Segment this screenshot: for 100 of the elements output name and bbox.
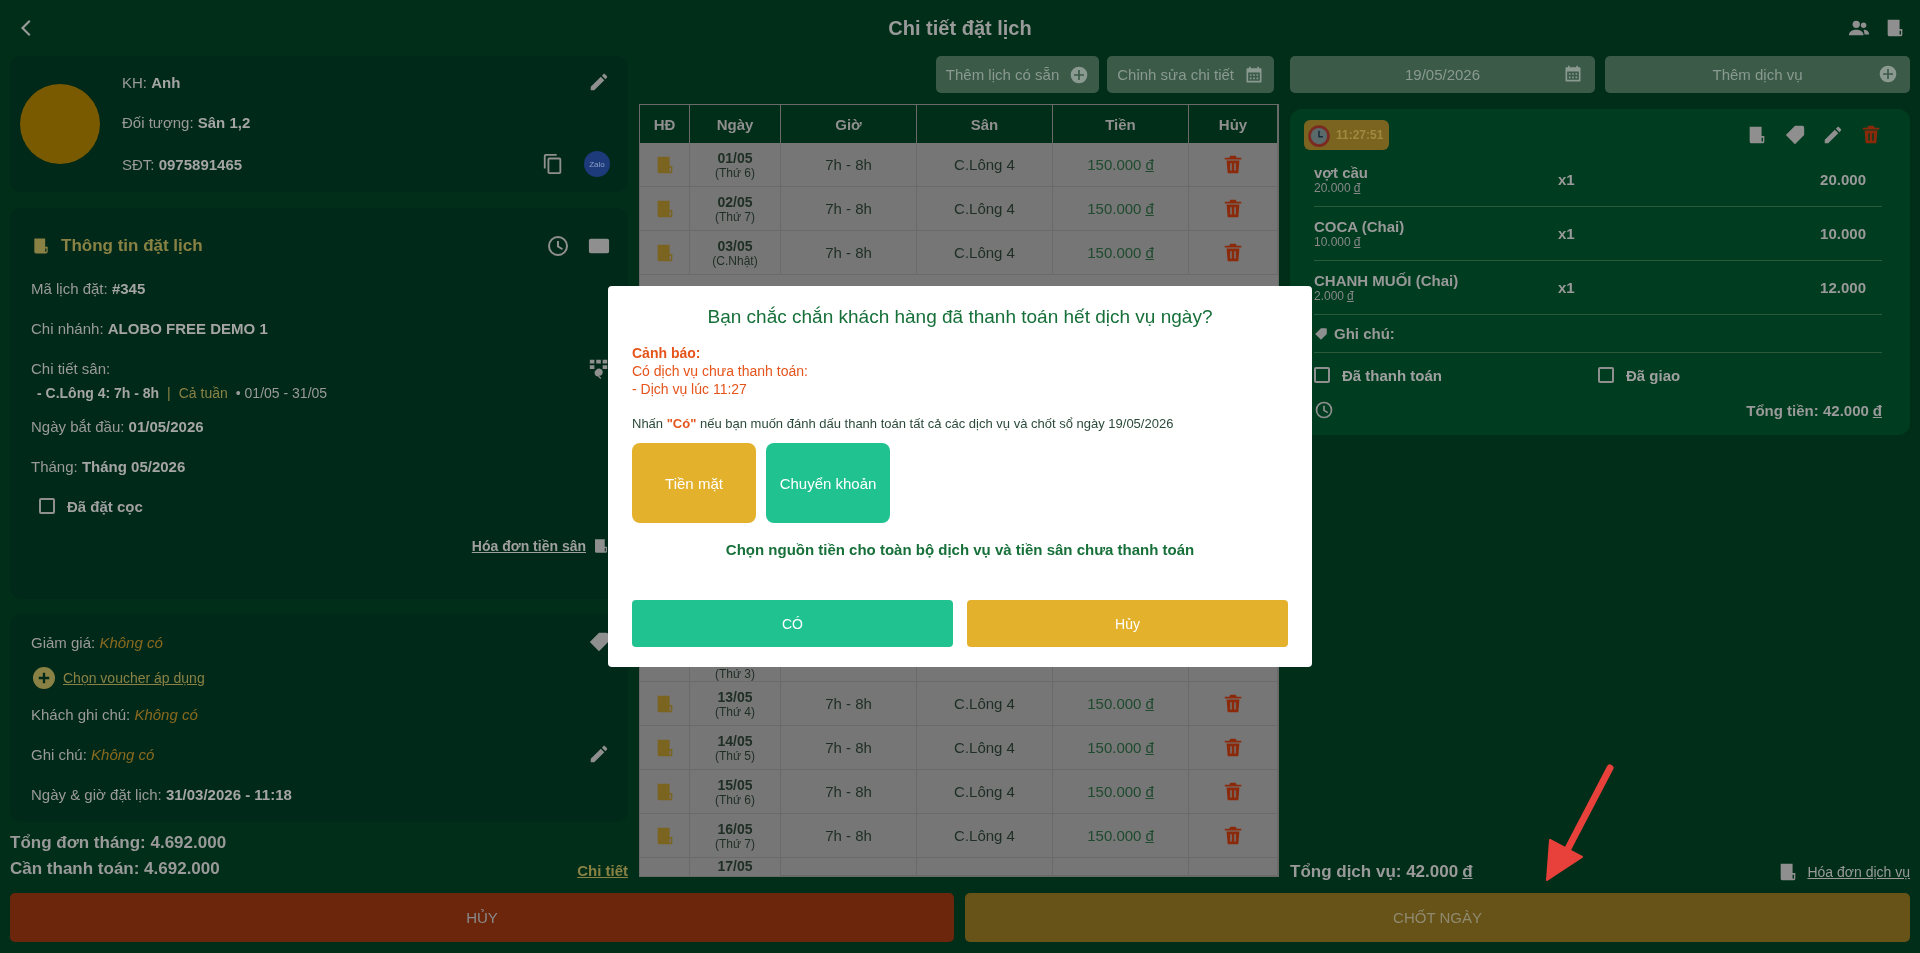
delete-button[interactable] (1222, 692, 1244, 715)
weekday-text: (Thứ 5) (714, 748, 755, 763)
edit-detail-button[interactable]: Chỉnh sửa chi tiết (1107, 56, 1274, 93)
checkbox[interactable] (39, 498, 55, 514)
unit-price: 2.000 đ (1314, 289, 1355, 303)
court-cell: C.Lông 4 (954, 783, 1015, 800)
info-text: Mã lịch đặt: #345 (31, 279, 146, 297)
note-label: Ghi chú: (1334, 325, 1395, 342)
court-cell: C.Lông 4 (954, 244, 1015, 261)
copy-icon (542, 153, 564, 175)
page-title: Chi tiết đặt lịch (888, 16, 1032, 40)
customer-note-text: Khách ghi chú: Không có (31, 705, 198, 723)
month-total: Tổng đơn tháng: 4.692.000 (10, 833, 227, 853)
time-cell: 7h - 8h (825, 244, 872, 261)
pencil-icon (1822, 124, 1844, 146)
warning-text: Có dịch vụ chưa thanh toán: (632, 362, 809, 380)
trash-icon (1860, 124, 1882, 146)
add-service-button[interactable]: Thêm dịch vụ (1605, 56, 1910, 93)
invoice-link[interactable]: Hóa đơn tiền sân (471, 538, 586, 554)
court-cell: C.Lông 4 (954, 827, 1015, 844)
price-cell: 150.000 đ (1087, 783, 1154, 800)
date-text: 15/05 (717, 776, 753, 793)
checkbox-label: Đã giao (1626, 366, 1681, 384)
dialog-title: Bạn chắc chắn khách hàng đã thanh toán hết dịch vụ ngày? (706, 306, 1214, 328)
date-field[interactable]: 19/05/2026 (1290, 56, 1595, 93)
delete-button[interactable] (1222, 736, 1244, 759)
dialog-cancel-button[interactable]: Hủy (967, 600, 1288, 647)
checkbox[interactable] (1598, 367, 1614, 383)
payment-option-button[interactable]: Tiền mặt (632, 443, 756, 523)
weekday-text: (Thứ 7) (714, 209, 755, 224)
grid-search-icon (588, 357, 610, 379)
info-text: Ngày bắt đầu: 01/05/2026 (31, 417, 204, 435)
delete-button[interactable] (1222, 197, 1244, 220)
column-header: Giờ (781, 105, 917, 143)
amount-text: 20.000 (1819, 171, 1867, 188)
checkbox-label: Đã đặt cọc (67, 497, 143, 515)
clock-icon (1314, 400, 1334, 420)
price-cell: 150.000 đ (1087, 739, 1154, 756)
clipboard-icon (31, 236, 51, 256)
checkbox[interactable] (1314, 367, 1330, 383)
calendar-icon (1563, 64, 1583, 84)
unit-price: 20.000 đ (1314, 181, 1362, 195)
time-cell: 7h - 8h (825, 156, 872, 173)
quantity-text: x1 (1558, 279, 1576, 296)
trash-icon (1222, 692, 1244, 715)
voucher-link[interactable]: Chọn voucher áp dụng (63, 670, 205, 686)
payment-option-button[interactable]: Chuyển khoản (766, 443, 890, 523)
date-text: 13/05 (717, 688, 753, 705)
zalo-button[interactable]: Zalo (584, 151, 610, 177)
date-range-text: • 01/05 - 31/05 (235, 385, 328, 401)
plus-circle-icon (1069, 64, 1090, 85)
cancel-button[interactable]: HỦY (10, 893, 954, 942)
weekday-text: (Thứ 3) (714, 667, 755, 681)
repeat-text: Cả tuần (178, 385, 228, 401)
trash-icon (1222, 780, 1244, 803)
pencil-icon (588, 71, 610, 93)
customer-group: Đối tượng: Sân 1,2 (122, 113, 251, 131)
info-text: Tháng: Tháng 05/2026 (31, 457, 186, 475)
tag-icon (1784, 124, 1806, 146)
unit-price: 10.000 đ (1314, 235, 1362, 249)
booked-at-text: Ngày & giờ đặt lịch: 31/03/2026 - 11:18 (31, 785, 292, 803)
court-cell: C.Lông 4 (954, 156, 1015, 173)
trash-icon (1222, 824, 1244, 847)
price-cell: 150.000 đ (1087, 244, 1154, 261)
date-text: 17/05 (717, 858, 753, 874)
amount-text: 12.000 (1819, 279, 1867, 296)
calendar-icon (1244, 64, 1264, 85)
service-invoice-link[interactable]: Hóa đơn dịch vụ (1807, 864, 1910, 880)
court-cell: C.Lông 4 (954, 695, 1015, 712)
discount-text: Giảm giá: Không có (31, 633, 163, 651)
order-total: Tổng tiền: 42.000 đ (1746, 401, 1882, 419)
delete-button[interactable] (1222, 824, 1244, 847)
quantity-text: x1 (1558, 225, 1576, 242)
separator-text: | (167, 385, 171, 401)
close-day-button[interactable]: CHỐT NGÀY (965, 893, 1910, 942)
history-icon (546, 234, 570, 258)
note-text: Ghi chú: Không có (31, 745, 155, 763)
column-header: Ngày (690, 105, 781, 143)
service-name: CHANH MUỐI (Chai) (1314, 272, 1460, 289)
add-existing-button[interactable]: Thêm lịch có sẵn (935, 56, 1100, 93)
trash-icon (1222, 736, 1244, 759)
column-header: HĐ (640, 105, 690, 143)
warning-title: Cảnh báo: (632, 344, 702, 362)
column-header: Sân (917, 105, 1053, 143)
detail-link[interactable]: Chi tiết (577, 862, 628, 879)
dialog-message: Nhấn "Có" nếu bạn muốn đánh dấu thanh toán tất cả các dịch vụ và chốt sổ ngày 19/05/2026 (632, 416, 1175, 431)
date-text: 03/05 (717, 237, 753, 254)
delete-button[interactable] (1222, 241, 1244, 264)
tag-icon (588, 631, 610, 653)
time-cell: 7h - 8h (825, 739, 872, 756)
stopwatch-icon (1306, 122, 1332, 148)
date-text: 02/05 (717, 193, 753, 210)
warning-text: - Dịch vụ lúc 11:27 (632, 380, 748, 398)
service-name: COCA (Chai) (1314, 218, 1406, 235)
confirm-button[interactable]: CÓ (632, 600, 953, 647)
pencil-icon (588, 743, 610, 765)
delete-button[interactable] (1222, 780, 1244, 803)
section-title: Thông tin đặt lịch (61, 236, 203, 256)
delete-button[interactable] (1222, 153, 1244, 176)
plus-circle-icon (1878, 64, 1898, 84)
